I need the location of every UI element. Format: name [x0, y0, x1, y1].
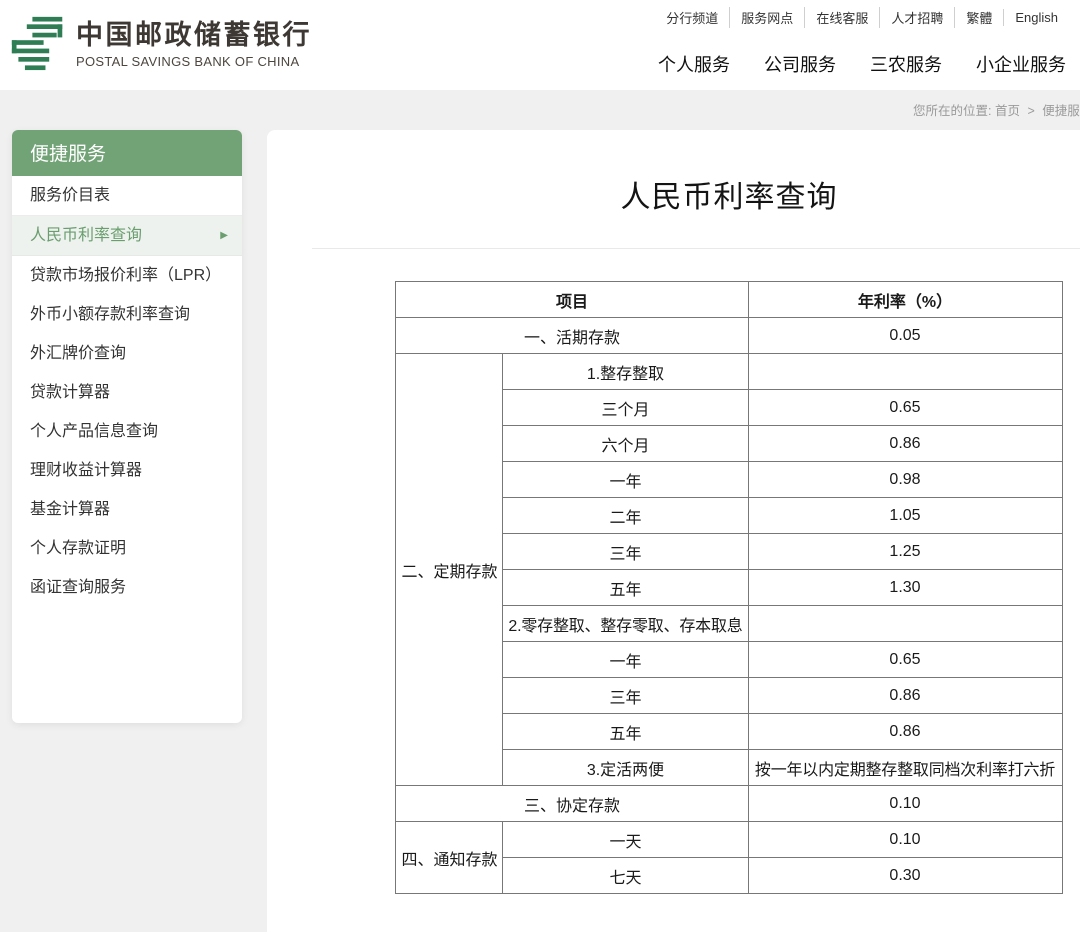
cell-rate: 0.98: [748, 462, 1062, 498]
cell-term: 七天: [503, 858, 748, 894]
sidebar-item-lpr[interactable]: 贷款市场报价利率（LPR）: [12, 256, 242, 295]
cell-term: 一年: [503, 642, 748, 678]
sidebar-item-service-price-list[interactable]: 服务价目表: [12, 176, 242, 216]
cell-agreement-deposit: 三、协定存款: [396, 786, 748, 822]
bank-logo[interactable]: 中国邮政储蓄银行 POSTAL SAVINGS BANK OF CHINA: [10, 13, 312, 73]
sidebar-item-label: 人民币利率查询: [30, 224, 142, 247]
cell-term: 六个月: [503, 426, 748, 462]
sidebar-title: 便捷服务: [12, 130, 242, 176]
sidebar: 便捷服务 服务价目表 人民币利率查询 ▶ 贷款市场报价利率（LPR） 外币小额存…: [12, 130, 242, 723]
cell-subgroup-flexible: 3.定活两便: [503, 750, 748, 786]
cell-term: 三年: [503, 678, 748, 714]
cell-rate: 1.25: [748, 534, 1062, 570]
sidebar-item-loan-calculator[interactable]: 贷款计算器: [12, 373, 242, 412]
table-row: 四、通知存款 一天 0.10: [396, 822, 1062, 858]
cell-rate: 0.86: [748, 714, 1062, 750]
chevron-right-icon: ▶: [220, 224, 228, 247]
cell-term: 三个月: [503, 390, 748, 426]
cell-subgroup-installment: 2.零存整取、整存零取、存本取息: [503, 606, 748, 642]
cell-rate: 1.05: [748, 498, 1062, 534]
cell-term: 三年: [503, 534, 748, 570]
utility-link-branches[interactable]: 分行频道: [655, 7, 729, 28]
nav-corporate-services[interactable]: 公司服务: [764, 51, 836, 77]
sidebar-item-fund-calculator[interactable]: 基金计算器: [12, 490, 242, 529]
col-header-annual-rate: 年利率（%）: [748, 282, 1062, 318]
sidebar-item-exchange-rate-query[interactable]: 外汇牌价查询: [12, 334, 242, 373]
utility-link-outlets[interactable]: 服务网点: [729, 7, 804, 28]
cell-rate: 0.10: [748, 822, 1062, 858]
site-header: 中国邮政储蓄银行 POSTAL SAVINGS BANK OF CHINA 分行…: [0, 0, 1080, 90]
utility-link-online-service[interactable]: 在线客服: [804, 7, 879, 28]
cell-rate: 1.30: [748, 570, 1062, 606]
cell-rate: 0.86: [748, 678, 1062, 714]
sidebar-item-foreign-currency-deposit-rate[interactable]: 外币小额存款利率查询: [12, 295, 242, 334]
cell-rate: 0.10: [748, 786, 1062, 822]
psbc-logo-icon: [10, 13, 66, 73]
breadcrumb: 您所在的位置: 首页 > 便捷服务: [913, 100, 1080, 119]
brand-name-en: POSTAL SAVINGS BANK OF CHINA: [76, 54, 312, 69]
utility-link-english[interactable]: English: [1003, 9, 1058, 26]
cell-group-time-deposit: 二、定期存款: [396, 354, 503, 786]
cell-subgroup-lump-sum: 1.整存整取: [503, 354, 748, 390]
sidebar-item-rmb-rate-query[interactable]: 人民币利率查询 ▶: [12, 216, 242, 256]
cell-term: 二年: [503, 498, 748, 534]
cell-term: 一天: [503, 822, 748, 858]
cell-rate-note: 按一年以内定期整存整取同档次利率打六折: [748, 750, 1062, 786]
rmb-rate-table: 项目 年利率（%） 一、活期存款 0.05 二、定期存款 1.整存整取 三个月 …: [395, 281, 1062, 894]
main-content: 人民币利率查询 项目 年利率（%） 一、活期存款 0.05 二、定期存款 1.整…: [267, 130, 1080, 932]
breadcrumb-home-link[interactable]: 首页: [995, 104, 1020, 118]
brand-text: 中国邮政储蓄银行 POSTAL SAVINGS BANK OF CHINA: [76, 18, 312, 69]
cell-rate: 0.65: [748, 642, 1062, 678]
nav-rural-services[interactable]: 三农服务: [870, 51, 942, 77]
cell-term: 一年: [503, 462, 748, 498]
sidebar-item-wealth-yield-calculator[interactable]: 理财收益计算器: [12, 451, 242, 490]
table-header-row: 项目 年利率（%）: [396, 282, 1062, 318]
cell-term: 五年: [503, 570, 748, 606]
table-row: 一、活期存款 0.05: [396, 318, 1062, 354]
cell-rate: [748, 354, 1062, 390]
cell-rate: 0.65: [748, 390, 1062, 426]
nav-small-business-services[interactable]: 小企业服务: [976, 51, 1066, 77]
main-nav: 个人服务 公司服务 三农服务 小企业服务: [658, 51, 1066, 77]
utility-nav: 分行频道 服务网点 在线客服 人才招聘 繁體 English: [655, 7, 1058, 28]
cell-term: 五年: [503, 714, 748, 750]
breadcrumb-prefix: 您所在的位置:: [913, 104, 991, 118]
sidebar-item-confirmation-query[interactable]: 函证查询服务: [12, 568, 242, 607]
sidebar-item-personal-product-info[interactable]: 个人产品信息查询: [12, 412, 242, 451]
title-divider: [312, 248, 1080, 249]
cell-rate: [748, 606, 1062, 642]
breadcrumb-separator: >: [1023, 104, 1038, 118]
table-row: 三、协定存款 0.10: [396, 786, 1062, 822]
cell-demand-deposit: 一、活期存款: [396, 318, 748, 354]
cell-group-notice-deposit: 四、通知存款: [396, 822, 503, 894]
cell-rate: 0.86: [748, 426, 1062, 462]
cell-rate: 0.30: [748, 858, 1062, 894]
brand-name-zh: 中国邮政储蓄银行: [76, 18, 312, 52]
utility-link-traditional-chinese[interactable]: 繁體: [954, 7, 1003, 28]
table-row: 二、定期存款 1.整存整取: [396, 354, 1062, 390]
sidebar-item-deposit-certificate[interactable]: 个人存款证明: [12, 529, 242, 568]
breadcrumb-current-link[interactable]: 便捷服务: [1042, 104, 1080, 118]
cell-rate: 0.05: [748, 318, 1062, 354]
page-title: 人民币利率查询: [267, 172, 1080, 216]
utility-link-recruitment[interactable]: 人才招聘: [879, 7, 954, 28]
col-header-item: 项目: [396, 282, 748, 318]
nav-personal-services[interactable]: 个人服务: [658, 51, 730, 77]
